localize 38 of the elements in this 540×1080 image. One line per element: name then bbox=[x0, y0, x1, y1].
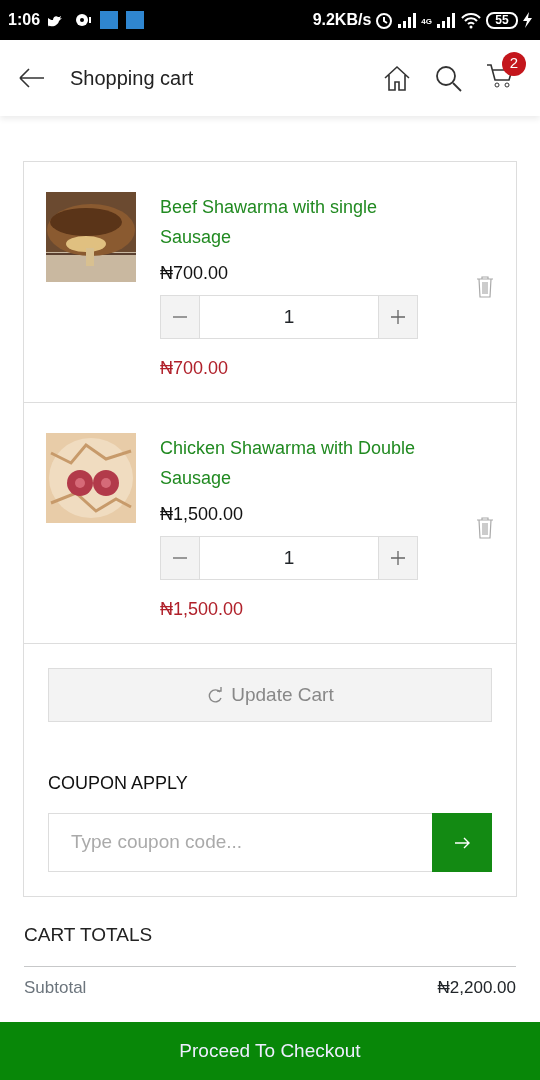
signal-icon bbox=[397, 12, 418, 28]
coupon-field[interactable]: Type coupon code... bbox=[48, 813, 432, 872]
line-total: ₦700.00 bbox=[160, 357, 230, 380]
chat-icon bbox=[74, 12, 93, 28]
trash-icon[interactable] bbox=[476, 276, 494, 298]
product-name[interactable]: Beef Shawarma with single Sausage bbox=[160, 192, 452, 252]
wifi-icon bbox=[460, 11, 482, 29]
alarm-icon bbox=[375, 11, 394, 29]
search-icon[interactable] bbox=[435, 64, 462, 92]
back-icon[interactable] bbox=[18, 67, 46, 89]
clock-time: 1:06 bbox=[8, 10, 41, 30]
battery-level: 55 bbox=[486, 11, 518, 29]
plus-icon bbox=[391, 551, 405, 565]
product-name[interactable]: Chicken Shawarma with Double Sausage bbox=[160, 433, 452, 493]
unit-price: ₦1,500.00 bbox=[160, 503, 245, 526]
unit-price: ₦700.00 bbox=[160, 262, 230, 285]
increase-button[interactable] bbox=[379, 537, 417, 579]
cart-totals-heading: CART TOTALS bbox=[24, 923, 154, 947]
coupon-label: COUPON APPLY bbox=[48, 772, 189, 795]
app-icon bbox=[100, 11, 119, 29]
trash-icon[interactable] bbox=[476, 517, 494, 539]
cart-count-badge: 2 bbox=[502, 51, 526, 76]
plus-icon bbox=[391, 310, 405, 324]
line-total: ₦1,500.00 bbox=[160, 598, 245, 621]
app-icon bbox=[126, 11, 145, 29]
network-speed: 9.2KB/s bbox=[312, 10, 372, 30]
refresh-icon bbox=[206, 687, 224, 703]
home-icon[interactable] bbox=[383, 64, 411, 92]
signal-icon bbox=[436, 12, 456, 28]
update-cart-button[interactable]: Update Cart bbox=[48, 668, 492, 722]
charging-icon bbox=[522, 12, 532, 28]
checkout-button[interactable]: Proceed To Checkout bbox=[0, 1022, 540, 1080]
increase-button[interactable] bbox=[379, 296, 417, 338]
arrow-right-icon bbox=[454, 835, 470, 850]
page-title: Shopping cart bbox=[70, 66, 195, 91]
subtotal-value: ₦2,200.00 bbox=[437, 976, 516, 999]
subtotal-label: Subtotal bbox=[24, 976, 87, 999]
network-type: 4G bbox=[421, 16, 432, 28]
